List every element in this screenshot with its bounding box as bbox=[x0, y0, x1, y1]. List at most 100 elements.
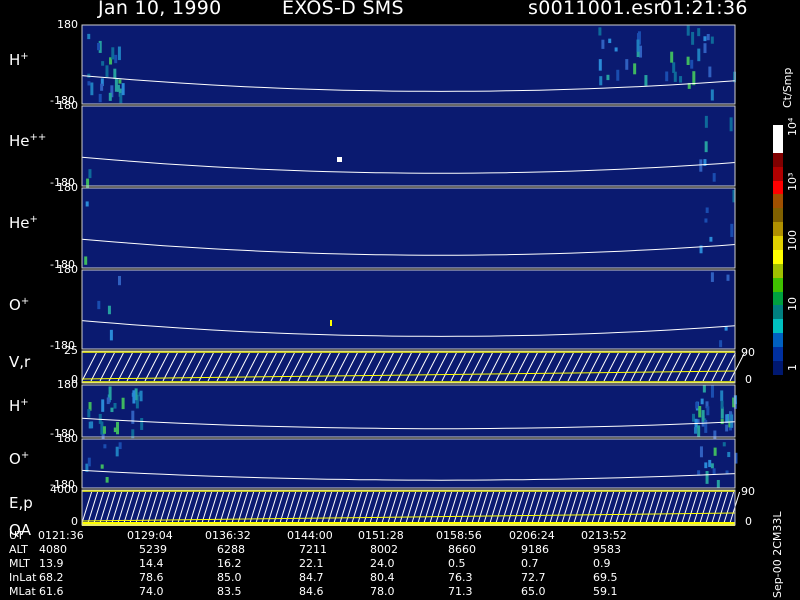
spectro-cell bbox=[691, 31, 695, 45]
spectro-cell bbox=[704, 420, 708, 433]
spectro-cell bbox=[704, 218, 708, 223]
ephemeris-cell: 84.6 bbox=[299, 585, 324, 598]
spectro-cell bbox=[103, 444, 107, 449]
ephemeris-cell: 68.2 bbox=[39, 571, 64, 584]
colorbar bbox=[773, 125, 783, 375]
colorbar-swatch bbox=[773, 208, 783, 223]
spectro-cell bbox=[132, 390, 136, 404]
spectro-cell bbox=[102, 426, 106, 434]
spectro-cell bbox=[101, 61, 105, 66]
he-marker bbox=[337, 157, 342, 162]
spectro-cell bbox=[720, 390, 724, 402]
spectro-cell bbox=[701, 410, 705, 422]
spectro-cell bbox=[113, 402, 117, 409]
colorbar-swatch bbox=[773, 305, 783, 320]
spectro-cell bbox=[85, 201, 89, 207]
ephemeris-cell: 0.7 bbox=[521, 557, 539, 570]
ephemeris-cell: 71.3 bbox=[448, 585, 473, 598]
panel-label-5: V,r bbox=[9, 353, 31, 371]
spectro-cell bbox=[704, 462, 708, 469]
panel-6 bbox=[81, 384, 737, 445]
spectro-cell bbox=[686, 56, 690, 66]
spectro-cell bbox=[606, 74, 610, 81]
spectro-cell bbox=[608, 38, 612, 44]
spectro-cell bbox=[109, 329, 113, 341]
spectro-cell bbox=[730, 414, 734, 428]
right-tick-top: 90 bbox=[741, 485, 755, 498]
panel-background bbox=[82, 439, 735, 488]
spectro-cell bbox=[698, 406, 702, 418]
y-tick-top: 180 bbox=[57, 432, 78, 445]
colorbar-tick: 10 bbox=[786, 297, 799, 311]
colorbar-swatch bbox=[773, 222, 783, 236]
spectro-cell bbox=[705, 471, 709, 484]
spectro-cell bbox=[695, 402, 699, 409]
spectro-cell bbox=[111, 47, 115, 60]
spectro-cell bbox=[105, 476, 109, 483]
spectro-cell bbox=[113, 427, 117, 433]
spectro-cell bbox=[84, 256, 88, 265]
ephemeris-cell: 59.1 bbox=[593, 585, 618, 598]
spectro-cell bbox=[703, 36, 707, 42]
colorbar-tick: 10³ bbox=[786, 172, 799, 191]
spectro-cell bbox=[100, 83, 104, 91]
panel-background bbox=[82, 188, 735, 268]
ephemeris-cell: 0.5 bbox=[448, 557, 466, 570]
panel-background bbox=[82, 270, 735, 349]
spectro-cell bbox=[598, 59, 602, 71]
panel-label-7: O+ bbox=[9, 449, 30, 468]
ephemeris-row-alt: ALT 4080 5239 6288 7211 8002 8660 9186 9583 bbox=[0, 543, 760, 556]
ephemeris-cell: 16.2 bbox=[217, 557, 242, 570]
ephemeris-cell: 0136:32 bbox=[205, 529, 251, 542]
spectro-cell bbox=[140, 418, 144, 430]
colorbar-swatch bbox=[773, 291, 783, 306]
ephemeris-cell: 61.6 bbox=[39, 585, 64, 598]
ephemeris-cell: 83.5 bbox=[217, 585, 242, 598]
spectro-cell bbox=[670, 51, 674, 63]
ephemeris-cell: 69.5 bbox=[593, 571, 618, 584]
spectro-cell bbox=[725, 424, 729, 432]
spectro-cell bbox=[97, 42, 101, 51]
colorbar-swatch bbox=[773, 277, 783, 292]
spectro-cell bbox=[694, 427, 698, 434]
spectro-cell bbox=[88, 421, 92, 429]
spectro-cell bbox=[704, 115, 708, 128]
spectro-cell bbox=[704, 141, 708, 153]
panel-2 bbox=[81, 105, 736, 191]
spectro-cell bbox=[713, 447, 717, 456]
ephemeris-cell: 7211 bbox=[299, 543, 327, 556]
spectro-cell bbox=[108, 92, 112, 101]
spectro-cell bbox=[636, 39, 640, 52]
ephemeris-cell: 84.7 bbox=[299, 571, 324, 584]
spectro-cell bbox=[601, 39, 605, 49]
spectro-cell bbox=[700, 398, 704, 405]
spectro-cell bbox=[730, 223, 734, 237]
spectro-cell bbox=[599, 76, 603, 86]
spectro-cell bbox=[679, 76, 683, 83]
ephemeris-cell: 24.0 bbox=[370, 557, 395, 570]
spectro-cell bbox=[644, 75, 648, 86]
sms-plot-window: { "header": { "date": "Jan 10, 1990", "i… bbox=[0, 0, 800, 600]
spectro-cell bbox=[673, 71, 677, 82]
ephemeris-row-mlat: MLat 61.6 74.0 83.5 84.6 78.0 71.3 65.0 59.1 bbox=[0, 585, 760, 598]
spectro-cell bbox=[114, 78, 118, 92]
spectro-cell bbox=[625, 59, 629, 70]
right-tick-top: 90 bbox=[741, 346, 755, 359]
panel-label-3: He+ bbox=[9, 214, 38, 232]
spectro-cell bbox=[115, 446, 119, 457]
spectro-cell bbox=[87, 81, 91, 86]
colorbar-swatch bbox=[773, 236, 783, 250]
ephemeris-cell: 74.0 bbox=[139, 585, 164, 598]
spectro-cell bbox=[98, 93, 102, 103]
spectro-cell bbox=[716, 479, 720, 488]
ephemeris-row-label: UT bbox=[9, 529, 24, 542]
ephemeris-cell: 78.0 bbox=[370, 585, 395, 598]
spectro-cell bbox=[87, 457, 91, 467]
ephemeris-cell: 65.0 bbox=[521, 585, 546, 598]
panel-8 bbox=[81, 489, 741, 526]
spectro-cell bbox=[107, 305, 111, 315]
right-tick-bottom: 0 bbox=[745, 373, 752, 386]
colorbar-tick: 1 bbox=[786, 364, 799, 371]
spectro-cell bbox=[699, 446, 703, 458]
ephemeris-cell: 9583 bbox=[593, 543, 621, 556]
